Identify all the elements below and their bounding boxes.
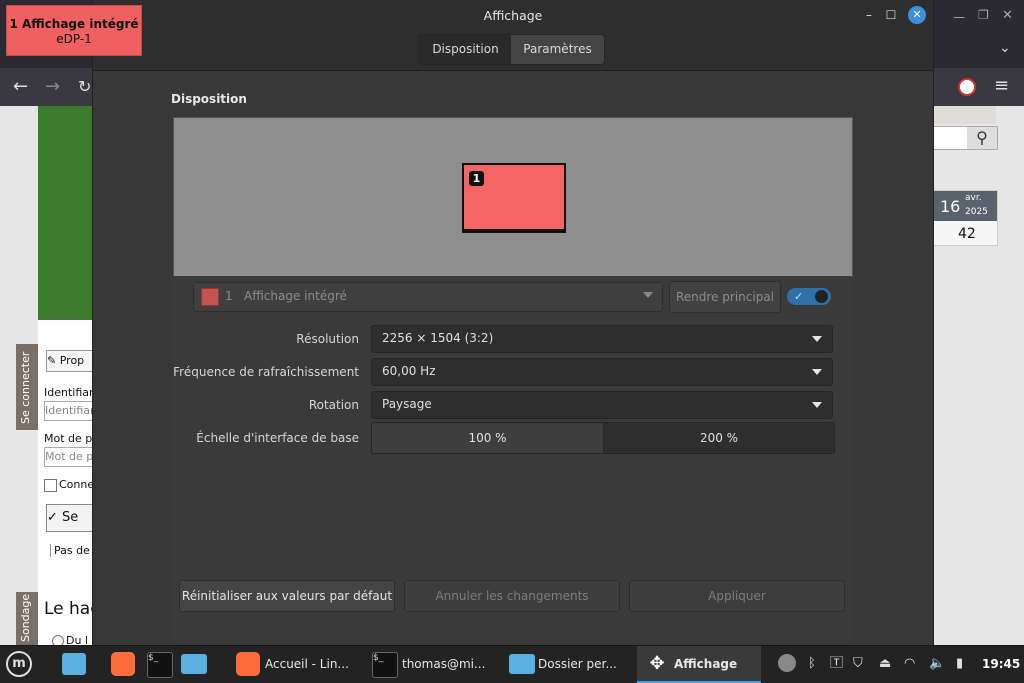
remember-checkbox[interactable] — [44, 479, 57, 492]
display-settings-window: Affichage – ☐ ✕ Disposition Paramètres D… — [92, 0, 934, 645]
overlay-title: 1 Affichage intégré — [9, 17, 139, 31]
rotation-select[interactable]: Paysage — [371, 391, 833, 419]
remember-label: Conne — [59, 478, 95, 491]
notes-icon[interactable]: ⏏ — [879, 656, 891, 672]
resolution-value: 2256 × 1504 (3:2) — [382, 331, 494, 345]
chevron-down-icon — [812, 369, 822, 375]
site-logo-penguin — [38, 106, 94, 326]
extension-icon[interactable] — [958, 78, 976, 96]
layout-preview: 1 — [173, 117, 853, 277]
dialog-footer: Réinitialiser aux valeurs par défaut Ann… — [173, 575, 851, 643]
settings-panel: 1 Affichage intégré Rendre principal ✓ R… — [173, 276, 851, 576]
window-title: Affichage — [483, 8, 543, 23]
chevron-down-icon — [812, 336, 822, 342]
apply-button[interactable]: Appliquer — [629, 580, 845, 612]
back-arrow-icon[interactable]: ← — [13, 78, 28, 96]
calendar-date-header: 16 avr. 2025 — [933, 191, 997, 221]
monitor-select-label: Affichage intégré — [244, 289, 347, 303]
keyboard-layout-icon[interactable]: 🅃 — [830, 656, 843, 672]
login-submit-label: Se — [62, 510, 79, 525]
bluetooth-icon[interactable]: ᛒ — [808, 656, 816, 672]
scale-option-100[interactable]: 100 % — [372, 423, 604, 453]
login-submit-button[interactable]: ✓ Se — [46, 504, 96, 532]
scale-segmented-control: 100 % 200 % — [371, 422, 835, 454]
tab-settings[interactable]: Paramètres — [511, 35, 604, 64]
battery-icon[interactable]: ▮ — [956, 656, 963, 672]
monitor-number-badge: 1 — [469, 171, 484, 186]
reset-defaults-button[interactable]: Réinitialiser aux valeurs par défaut — [179, 580, 395, 612]
password-input[interactable]: Mot de p — [44, 447, 96, 467]
browser-close-icon[interactable]: ✕ — [1002, 8, 1013, 23]
browser-minimize-icon[interactable]: — — [953, 10, 965, 24]
tab-layout[interactable]: Disposition — [420, 35, 511, 64]
chevron-down-icon — [812, 402, 822, 408]
propose-label: Prop — [59, 354, 85, 367]
system-tray: ᛒ 🅃 ⛉ ⏏ ◠ 🔈 ▮ — [0, 646, 1024, 683]
sidebar-tab-poll[interactable]: Sondage — [16, 592, 38, 645]
password-label: Mot de pa — [44, 432, 99, 445]
monitor-enabled-toggle[interactable]: ✓ — [787, 288, 831, 305]
page-strip — [932, 106, 996, 124]
pencil-icon: ✎ — [47, 354, 60, 367]
identifier-input[interactable]: Identifian — [44, 401, 96, 421]
monitor-preview[interactable]: 1 — [462, 163, 566, 233]
hamburger-menu-icon[interactable]: ≡ — [994, 77, 1009, 95]
forward-arrow-icon[interactable]: → — [45, 78, 60, 96]
window-titlebar: Affichage – ☐ ✕ Disposition Paramètres — [93, 0, 933, 71]
calendar-year: 2025 — [965, 207, 988, 217]
calendar-count: 42 — [958, 226, 976, 242]
monitor-select[interactable]: 1 Affichage intégré — [193, 282, 663, 312]
view-tabs: Disposition Paramètres — [419, 34, 605, 65]
monitor-color-swatch — [201, 288, 219, 306]
overlay-subtitle: eDP-1 — [56, 32, 92, 46]
dialog-content: Disposition 1 1 Affichage intégré Rendre… — [93, 71, 933, 645]
calendar-widget: 16 avr. 2025 42 — [932, 190, 998, 246]
wifi-icon[interactable]: ◠ — [904, 656, 915, 672]
scale-option-200[interactable]: 200 % — [604, 423, 834, 453]
browser-restore-icon[interactable]: ❐ — [978, 8, 989, 22]
display-identify-overlay: 1 Affichage intégré eDP-1 — [6, 5, 142, 56]
taskbar: m $_ Accueil - Lin... $_ thomas@mi... Do… — [0, 645, 1024, 683]
monitor-select-number: 1 — [225, 289, 233, 303]
shield-icon[interactable]: ⛉ — [853, 656, 863, 672]
search-icon[interactable]: ⚲ — [967, 127, 997, 149]
sidebar-tab-login[interactable]: Se connecter — [16, 344, 38, 430]
volume-icon[interactable]: 🔈 — [929, 656, 945, 672]
clock[interactable]: 19:45 — [982, 657, 1020, 671]
cancel-changes-button[interactable]: Annuler les changements — [404, 580, 620, 612]
make-primary-button[interactable]: Rendre principal — [669, 281, 781, 313]
rotation-label: Rotation — [308, 398, 359, 412]
calendar-day: 16 — [940, 197, 961, 216]
section-title: Disposition — [171, 92, 247, 106]
scale-label: Échelle d'interface de base — [196, 431, 359, 445]
minimize-icon[interactable]: – — [860, 6, 878, 24]
check-icon: ✓ — [794, 290, 804, 303]
sidebar-tab-login-label: Se connecter — [19, 351, 32, 424]
tab-list-chevron-icon[interactable]: ⌄ — [999, 40, 1011, 56]
resolution-select[interactable]: 2256 × 1504 (3:2) — [371, 325, 833, 353]
update-manager-icon[interactable] — [778, 654, 796, 672]
calendar-month: avr. — [965, 193, 982, 203]
site-search-box[interactable]: ⚲ — [932, 126, 998, 150]
rotation-value: Paysage — [382, 397, 432, 411]
refresh-rate-select[interactable]: 60,00 Hz — [371, 358, 833, 386]
check-icon: ✓ — [47, 510, 63, 525]
toggle-knob — [815, 290, 828, 303]
resolution-label: Résolution — [296, 332, 359, 346]
refresh-rate-label: Fréquence de rafraîchissement — [173, 365, 359, 379]
maximize-icon[interactable]: ☐ — [882, 6, 900, 24]
refresh-rate-value: 60,00 Hz — [382, 364, 436, 378]
close-icon[interactable]: ✕ — [908, 6, 926, 24]
propose-button[interactable]: ✎ Prop — [46, 350, 94, 372]
reload-icon[interactable]: ↻ — [78, 78, 91, 96]
chevron-down-icon — [643, 292, 653, 298]
identifier-label: Identifian — [44, 386, 96, 399]
sidebar-tab-poll-label: Sondage — [19, 593, 32, 642]
